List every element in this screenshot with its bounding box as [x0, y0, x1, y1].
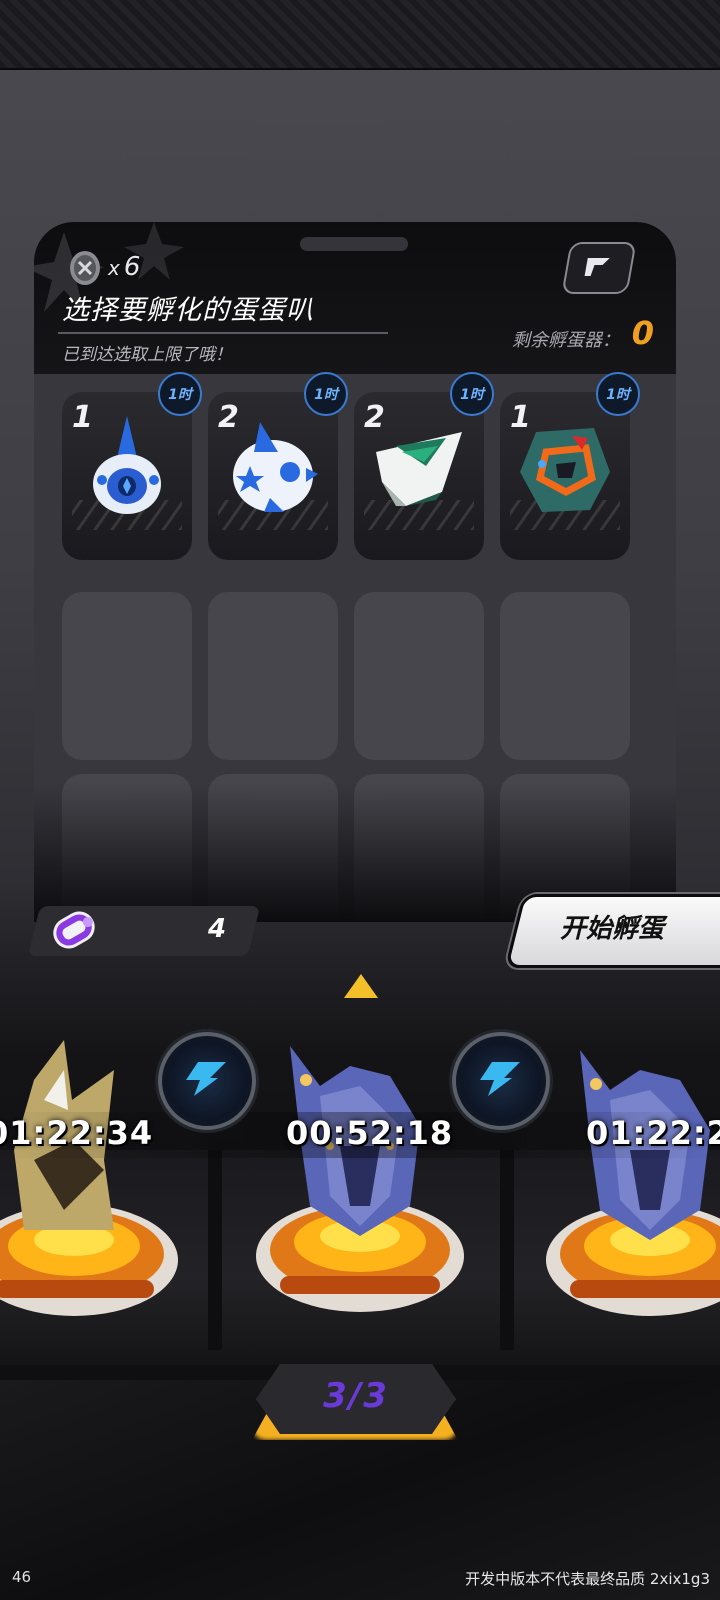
egg-quantity: 2 — [364, 400, 385, 435]
hatch-time-badge: 1时 — [450, 372, 494, 416]
top-decor-band — [0, 0, 720, 70]
egg-quantity: 1 — [510, 400, 531, 435]
build-watermark: 开发中版本不代表最终品质 2xix1g3 — [465, 1570, 710, 1588]
egg-card[interactable]: 1 1时 — [500, 372, 640, 560]
incubator-3[interactable] — [540, 1040, 720, 1320]
remaining-incubator-value: 0 — [631, 314, 654, 352]
egg-hatch-screen: x6 选择要孵化的蛋蛋叭 已到达选取上限了哦！ 剩余孵蛋器： 0 1 1时 2 … — [0, 0, 720, 1600]
drag-handle[interactable] — [300, 237, 408, 251]
swap-icon — [186, 1062, 226, 1096]
flag-icon — [584, 258, 610, 276]
resource-count: 4 — [208, 914, 227, 944]
footer-number: 46 — [12, 1568, 32, 1586]
egg-card[interactable]: 2 1时 — [354, 372, 494, 560]
incubator-timer: 01:22:34 — [0, 1114, 154, 1152]
egg-quantity: 1 — [72, 400, 93, 435]
panel-header: x6 选择要孵化的蛋蛋叭 已到达选取上限了哦！ 剩余孵蛋器： 0 — [34, 222, 676, 374]
egg-count: x6 — [108, 252, 141, 282]
start-hatch-label: 开始孵蛋 — [560, 914, 665, 944]
empty-egg-slot — [354, 592, 484, 760]
swap-icon — [480, 1062, 520, 1096]
empty-egg-slot — [62, 592, 192, 760]
egg-quantity: 2 — [218, 400, 239, 435]
swap-incubator-button[interactable] — [452, 1032, 550, 1130]
incubator-pager-label: 3/3 — [323, 1376, 389, 1416]
title-divider — [58, 332, 388, 334]
filter-button[interactable] — [561, 242, 637, 294]
selected-slot-indicator-icon — [344, 974, 378, 998]
hatch-time-badge: 1时 — [158, 372, 202, 416]
hatch-accelerator-icon — [53, 911, 95, 949]
egg-icon — [70, 251, 100, 285]
empty-egg-slot — [208, 592, 338, 760]
egg-card[interactable]: 1 1时 — [62, 372, 202, 560]
hatch-time-badge: 1时 — [304, 372, 348, 416]
incubator-timer: 00:52:18 — [286, 1114, 454, 1152]
incubator-1[interactable] — [0, 1040, 184, 1320]
egg-card[interactable]: 2 1时 — [208, 372, 348, 560]
panel-subtitle: 已到达选取上限了哦！ — [62, 345, 232, 365]
incubator-2[interactable] — [250, 1036, 470, 1316]
empty-egg-slot — [500, 592, 630, 760]
hatch-time-badge: 1时 — [596, 372, 640, 416]
remaining-incubator-label: 剩余孵蛋器： — [512, 330, 620, 351]
panel-title: 选择要孵化的蛋蛋叭 — [62, 295, 314, 326]
swap-incubator-button[interactable] — [158, 1032, 256, 1130]
incubator-timer: 01:22:2 — [586, 1114, 720, 1152]
egg-select-panel: x6 选择要孵化的蛋蛋叭 已到达选取上限了哦！ 剩余孵蛋器： 0 1 1时 2 … — [34, 222, 676, 922]
